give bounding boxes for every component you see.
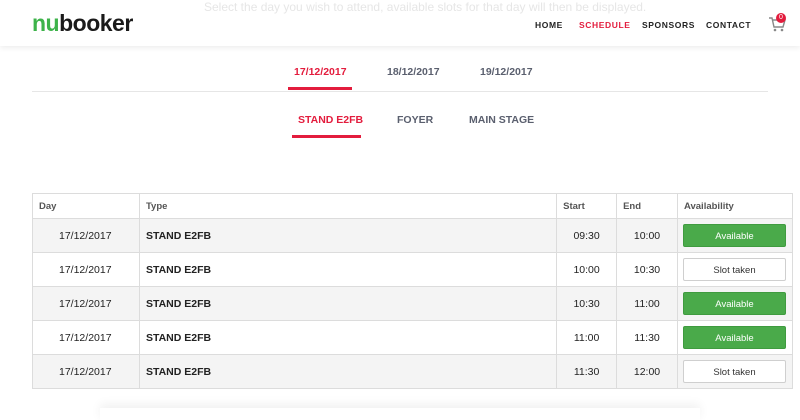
cell-day: 17/12/2017 — [32, 354, 140, 389]
logo-booker: booker — [59, 10, 133, 36]
cell-end: 11:30 — [616, 320, 678, 355]
col-header-start: Start — [556, 193, 618, 219]
cell-day: 17/12/2017 — [32, 218, 140, 253]
cart-count-badge: 0 — [776, 13, 786, 23]
cell-type: STAND E2FB — [138, 354, 558, 389]
cell-start: 11:00 — [556, 320, 618, 355]
cell-availability: Slot taken — [676, 252, 794, 287]
nav-home[interactable]: HOME — [535, 20, 563, 30]
cell-type: STAND E2FB — [138, 320, 558, 355]
cell-day: 17/12/2017 — [32, 252, 140, 287]
available-button[interactable]: Available — [682, 292, 786, 315]
instruction-text: Select the day you wish to attend, avail… — [204, 0, 647, 14]
tab-date-19-12-2017[interactable]: 19/12/2017 — [480, 66, 533, 78]
cell-start: 11:30 — [556, 354, 618, 389]
tab-location-main-stage[interactable]: MAIN STAGE — [469, 114, 534, 126]
date-tabs-divider — [32, 91, 768, 92]
nav-schedule[interactable]: SCHEDULE — [579, 20, 631, 30]
cell-end: 12:00 — [616, 354, 678, 389]
location-tab-active-underline — [292, 135, 361, 138]
cell-availability: Available — [676, 286, 794, 321]
cell-availability: Available — [676, 218, 794, 253]
available-button[interactable]: Available — [682, 224, 786, 247]
available-button[interactable]: Available — [682, 326, 786, 349]
col-header-type: Type — [138, 193, 558, 219]
schedule-table: Day Type Start End Availability 17/12/20… — [32, 193, 794, 389]
tab-location-foyer[interactable]: FOYER — [397, 114, 433, 126]
col-header-day: Day — [32, 193, 140, 219]
cell-start: 09:30 — [556, 218, 618, 253]
cell-end: 10:30 — [616, 252, 678, 287]
tab-date-18-12-2017[interactable]: 18/12/2017 — [387, 66, 440, 78]
col-header-end: End — [616, 193, 678, 219]
col-header-availability: Availability — [676, 193, 794, 219]
tab-location-stand-e2fb[interactable]: STAND E2FB — [298, 114, 363, 126]
cell-type: STAND E2FB — [138, 252, 558, 287]
cell-end: 10:00 — [616, 218, 678, 253]
table-row: 17/12/2017 STAND E2FB 11:30 12:00 Slot t… — [32, 354, 794, 389]
nav-sponsors[interactable]: SPONSORS — [642, 20, 695, 30]
cell-day: 17/12/2017 — [32, 320, 140, 355]
cell-availability: Available — [676, 320, 794, 355]
table-row: 17/12/2017 STAND E2FB 11:00 11:30 Availa… — [32, 320, 794, 355]
cell-type: STAND E2FB — [138, 286, 558, 321]
cell-type: STAND E2FB — [138, 218, 558, 253]
footer-edge — [100, 408, 700, 420]
table-row: 17/12/2017 STAND E2FB 10:30 11:00 Availa… — [32, 286, 794, 321]
cell-availability: Slot taken — [676, 354, 794, 389]
tab-date-17-12-2017[interactable]: 17/12/2017 — [294, 66, 347, 78]
cell-start: 10:00 — [556, 252, 618, 287]
date-tab-active-underline — [288, 87, 352, 90]
logo-nu: nu — [32, 10, 60, 36]
table-row: 17/12/2017 STAND E2FB 09:30 10:00 Availa… — [32, 218, 794, 253]
nav-contact[interactable]: CONTACT — [706, 20, 751, 30]
logo[interactable]: nubooker — [32, 10, 133, 37]
cell-day: 17/12/2017 — [32, 286, 140, 321]
slot-taken-badge: Slot taken — [682, 258, 786, 281]
slot-taken-badge: Slot taken — [682, 360, 786, 383]
cell-start: 10:30 — [556, 286, 618, 321]
table-row: 17/12/2017 STAND E2FB 10:00 10:30 Slot t… — [32, 252, 794, 287]
site-header: Select the day you wish to attend, avail… — [0, 0, 800, 46]
cell-end: 11:00 — [616, 286, 678, 321]
table-header-row: Day Type Start End Availability — [32, 193, 794, 219]
